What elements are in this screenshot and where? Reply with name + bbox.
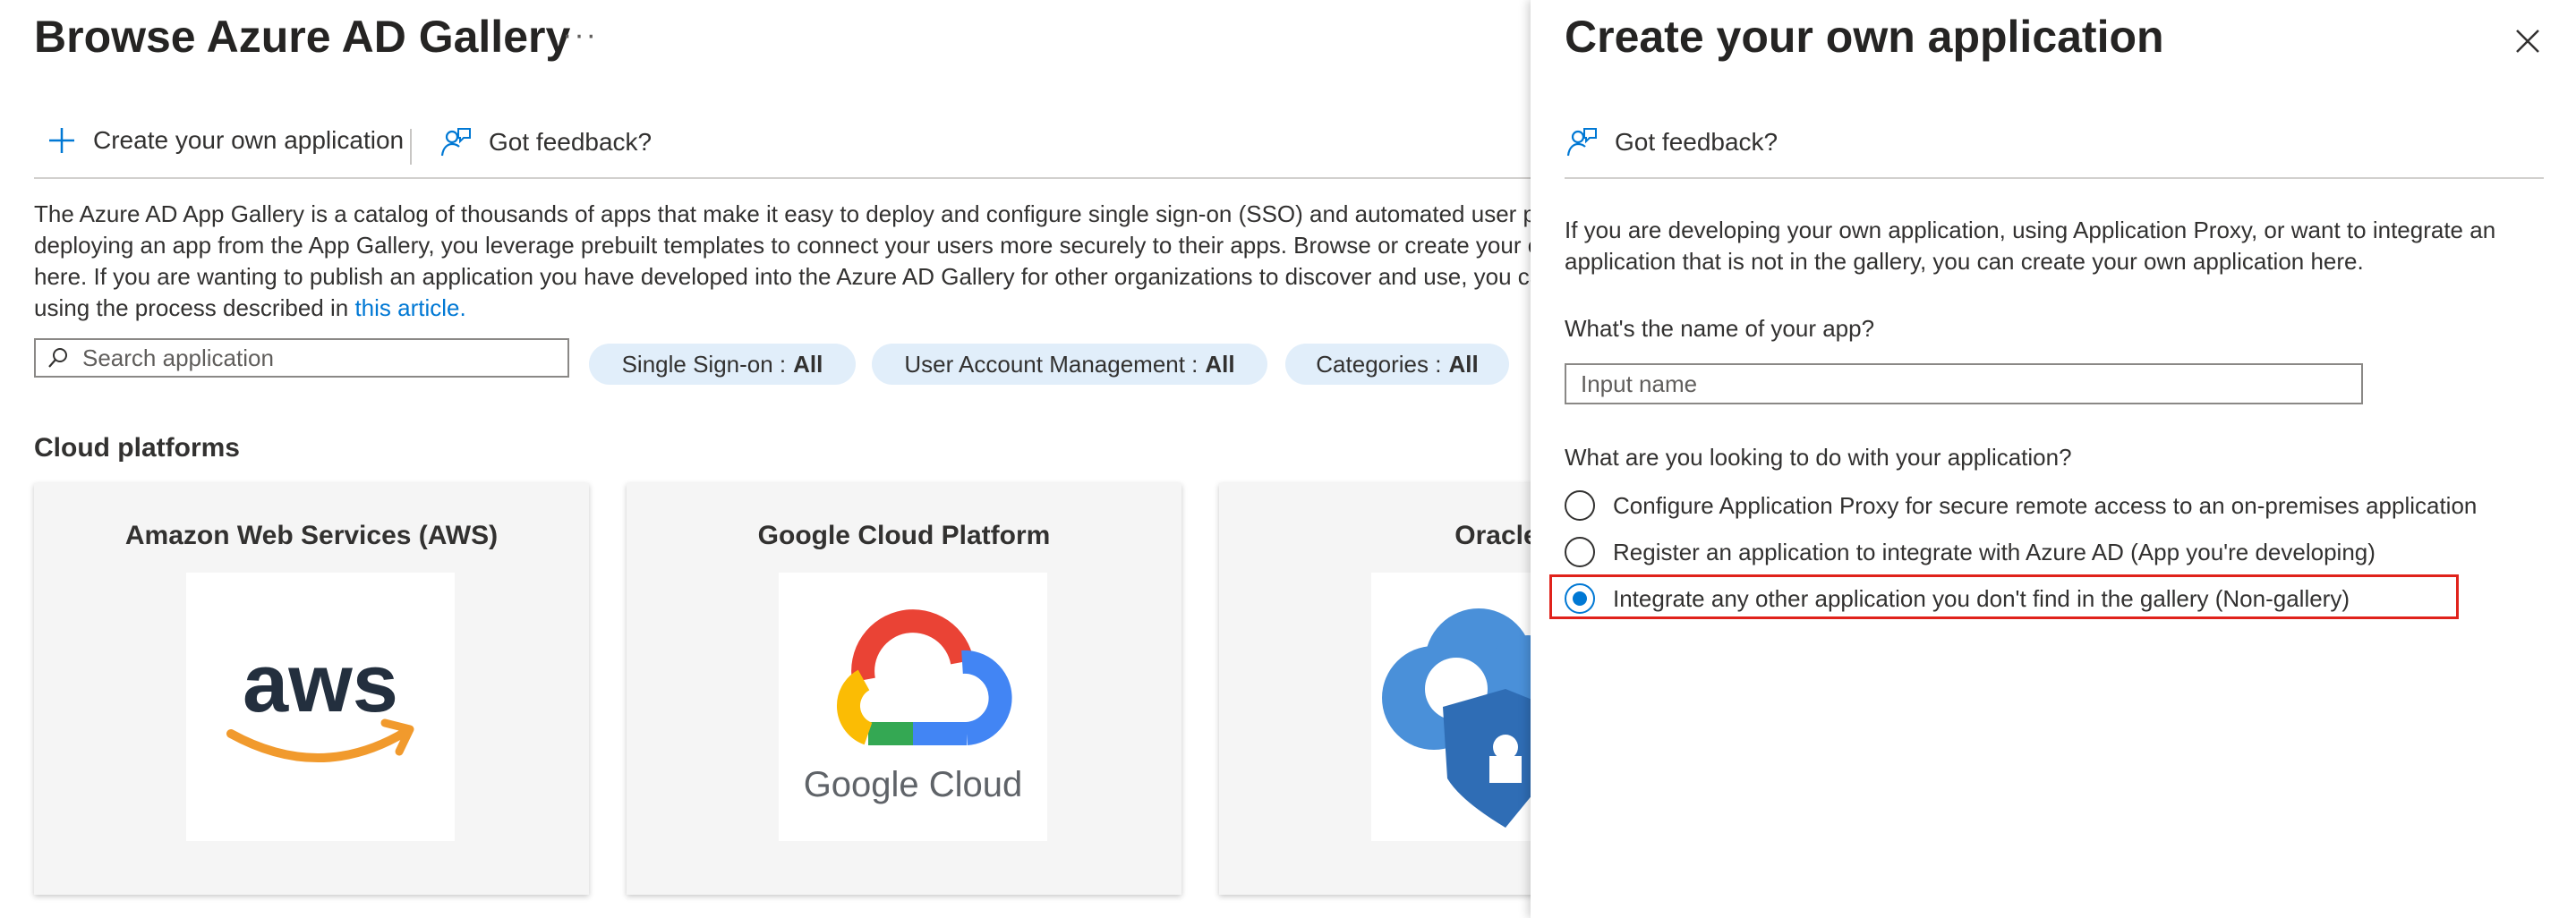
app-card-title: Amazon Web Services (AWS) (124, 521, 499, 550)
aws-logo-text: aws (243, 638, 398, 729)
panel-title: Create your own application (1565, 12, 2164, 62)
option-label: Register an application to integrate wit… (1613, 538, 2376, 565)
aws-logo-graphic: aws (226, 638, 414, 762)
filter-single-sign-on[interactable]: Single Sign-on : All (589, 344, 856, 385)
oracle-logo (1371, 573, 1531, 841)
close-icon[interactable] (2512, 25, 2544, 57)
page-title: Browse Azure AD Gallery (34, 12, 571, 62)
filter-categories[interactable]: Categories : All (1285, 344, 1509, 385)
radio-button[interactable] (1565, 490, 1595, 521)
filter-user-account-management[interactable]: User Account Management : All (872, 344, 1267, 385)
app-card-google-cloud[interactable]: Google Cloud Platform Google Cloud (627, 483, 1181, 895)
aws-logo: aws (186, 573, 455, 841)
command-bar-divider (34, 177, 1531, 179)
filter-label: Categories : (1316, 350, 1442, 378)
filter-label: User Account Management : (904, 350, 1198, 378)
feedback-icon (440, 128, 471, 157)
app-card-aws[interactable]: Amazon Web Services (AWS) aws (34, 483, 589, 895)
gallery-page: Browse Azure AD Gallery ··· Create your … (0, 0, 1531, 918)
feedback-button[interactable]: Got feedback? (439, 125, 652, 159)
panel-divider (1565, 177, 2544, 179)
panel-description: If you are developing your own applicati… (1565, 217, 2496, 275)
cloud-platforms-heading: Cloud platforms (34, 433, 240, 463)
feedback-label: Got feedback? (489, 128, 653, 156)
option-app-proxy[interactable]: Configure Application Proxy for secure r… (1565, 490, 2477, 521)
oracle-logo-graphic (1382, 608, 1531, 828)
search-icon (48, 348, 67, 368)
google-cloud-logo: Google Cloud (779, 573, 1047, 841)
feedback-icon (1566, 128, 1597, 157)
plus-icon (49, 128, 74, 153)
this-article-link[interactable]: this article. (354, 294, 465, 321)
app-card-title: Oracle (1454, 521, 1531, 550)
filter-value: All (1205, 350, 1235, 378)
create-app-panel: Create your own application Got feedback… (1531, 0, 2576, 918)
gallery-intro-text: The Azure AD App Gallery is a catalog of… (34, 200, 1531, 321)
app-card-title: Google Cloud Platform (757, 521, 1051, 550)
filter-label: Single Sign-on : (621, 350, 787, 378)
create-own-app-button[interactable]: Create your own application (47, 125, 404, 156)
app-name-label: What's the name of your app? (1565, 315, 1875, 342)
search-box[interactable] (34, 338, 569, 378)
purpose-label: What are you looking to do with your app… (1565, 444, 2072, 471)
search-input[interactable] (81, 343, 550, 373)
panel-feedback-label: Got feedback? (1615, 128, 1778, 156)
google-cloud-logo-text: Google Cloud (804, 765, 1023, 804)
app-card-oracle[interactable]: Oracle (1219, 483, 1531, 895)
gallery-intro: The Azure AD App Gallery is a catalog of… (34, 199, 1531, 324)
create-own-app-label: Create your own application (93, 126, 405, 154)
highlight-box (1549, 574, 2459, 619)
app-name-input[interactable] (1565, 363, 2363, 404)
filter-value: All (1448, 350, 1479, 378)
panel-feedback-button[interactable]: Got feedback? (1565, 125, 1778, 159)
google-cloud-logo-graphic: Google Cloud (804, 609, 1023, 804)
option-register-app[interactable]: Register an application to integrate wit… (1565, 537, 2376, 567)
more-options-icon[interactable]: ··· (562, 18, 598, 53)
radio-button[interactable] (1565, 537, 1595, 567)
command-separator (410, 129, 412, 165)
option-label: Configure Application Proxy for secure r… (1613, 491, 2478, 519)
filter-value: All (793, 350, 823, 378)
